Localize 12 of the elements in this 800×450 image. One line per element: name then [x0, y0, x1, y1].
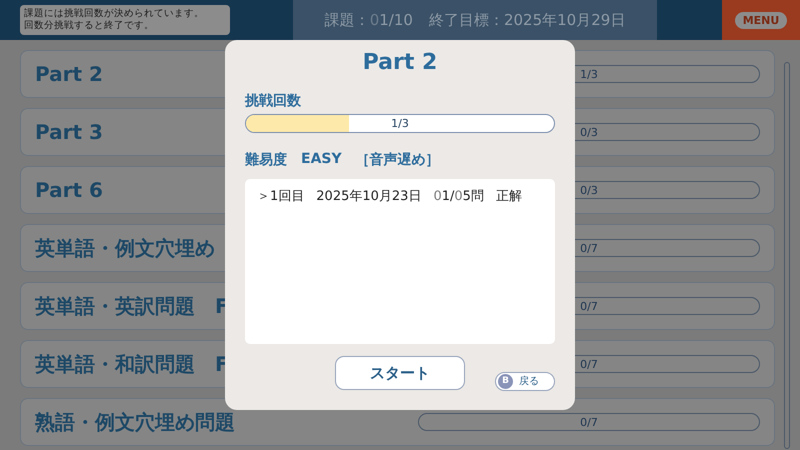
goal-date: 終了目標：2025年10月29日	[428, 10, 626, 30]
attempts-reading: 1/3	[390, 116, 410, 132]
item-title: Part 6	[35, 178, 103, 202]
item-title: Part 3	[35, 120, 103, 144]
item-title: Part 2	[35, 62, 103, 86]
item-title: 熟語・例文穴埋め問題	[35, 408, 235, 436]
attempts-label: 挑戦回数	[245, 92, 302, 110]
b-key-icon: B	[498, 374, 513, 388]
item-title: 英単語・例文穴埋め	[35, 234, 215, 262]
hint-text: 回数分挑戦すると終了です。	[24, 20, 155, 32]
hint-text: 課題には挑戦回数が決められています。	[24, 8, 205, 20]
attempt-number: ＞1回目	[257, 188, 304, 205]
